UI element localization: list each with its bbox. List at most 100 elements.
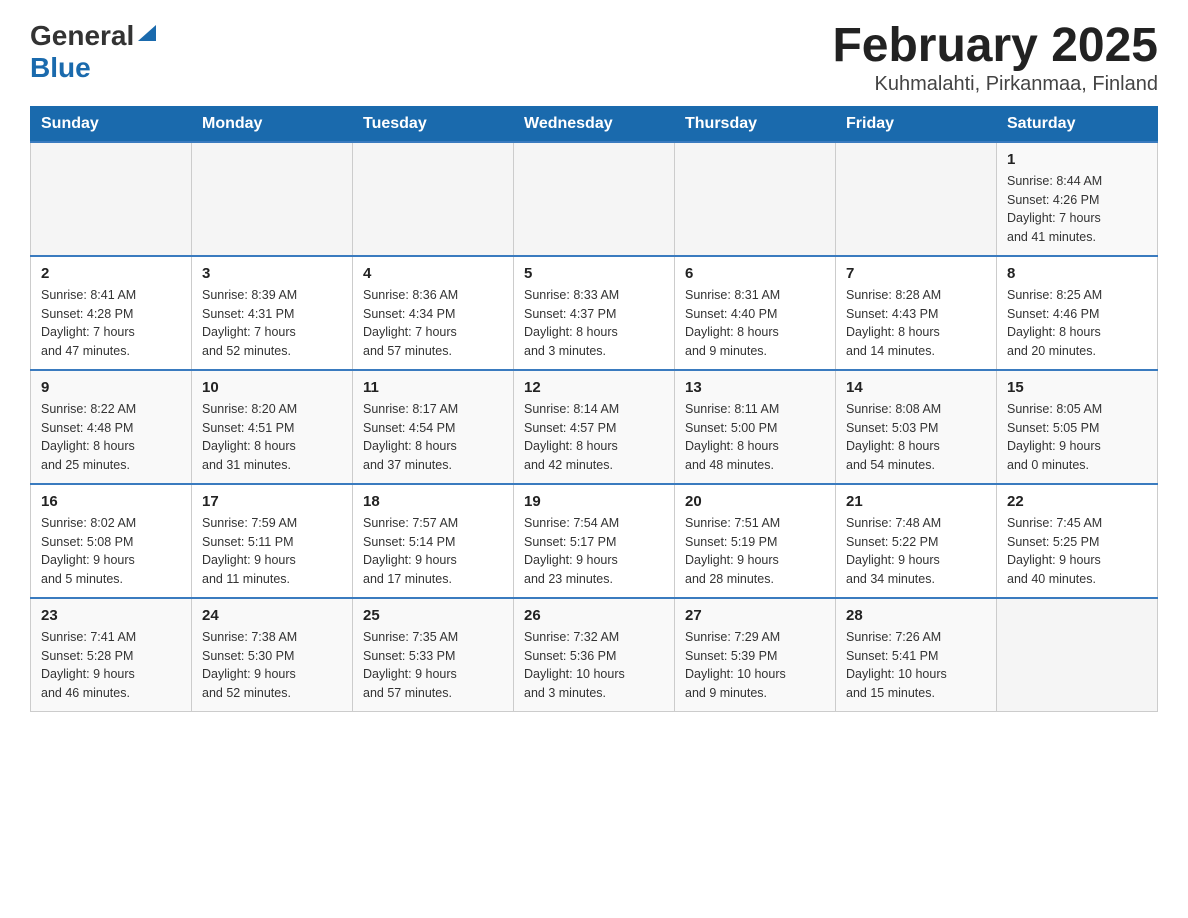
calendar-cell: 25 Sunrise: 7:35 AM Sunset: 5:33 PM Dayli…: [353, 598, 514, 712]
weekday-header-monday: Monday: [192, 106, 353, 142]
calendar-cell: [997, 598, 1158, 712]
day-number: 24: [202, 607, 342, 624]
week-row-5: 23 Sunrise: 7:41 AM Sunset: 5:28 PM Dayli…: [31, 598, 1158, 712]
calendar-cell: 14 Sunrise: 8:08 AM Sunset: 5:03 PM Dayli…: [836, 370, 997, 484]
day-number: 7: [846, 265, 986, 282]
weekday-header-saturday: Saturday: [997, 106, 1158, 142]
calendar-header: SundayMondayTuesdayWednesdayThursdayFrid…: [31, 106, 1158, 142]
weekday-header-friday: Friday: [836, 106, 997, 142]
day-number: 5: [524, 265, 664, 282]
day-number: 16: [41, 493, 181, 510]
day-info: Sunrise: 8:05 AM Sunset: 5:05 PM Dayligh…: [1007, 400, 1147, 475]
calendar-cell: [836, 142, 997, 256]
calendar-cell: 10 Sunrise: 8:20 AM Sunset: 4:51 PM Dayli…: [192, 370, 353, 484]
day-info: Sunrise: 7:45 AM Sunset: 5:25 PM Dayligh…: [1007, 514, 1147, 589]
calendar-cell: [353, 142, 514, 256]
calendar-cell: 26Sunrise: 7:32 AM Sunset: 5:36 PM Dayli…: [514, 598, 675, 712]
calendar-body: 1 Sunrise: 8:44 AM Sunset: 4:26 PM Daylig…: [31, 142, 1158, 712]
day-info: Sunrise: 8:33 AM Sunset: 4:37 PM Dayligh…: [524, 286, 664, 361]
calendar-cell: [514, 142, 675, 256]
calendar-cell: 7 Sunrise: 8:28 AM Sunset: 4:43 PM Daylig…: [836, 256, 997, 370]
day-number: 1: [1007, 151, 1147, 168]
day-number: 14: [846, 379, 986, 396]
day-info: Sunrise: 8:25 AM Sunset: 4:46 PM Dayligh…: [1007, 286, 1147, 361]
day-info: Sunrise: 7:32 AM Sunset: 5:36 PM Dayligh…: [524, 628, 664, 703]
day-info: Sunrise: 8:41 AM Sunset: 4:28 PM Dayligh…: [41, 286, 181, 361]
day-info: Sunrise: 8:44 AM Sunset: 4:26 PM Dayligh…: [1007, 172, 1147, 247]
calendar-cell: [675, 142, 836, 256]
day-number: 17: [202, 493, 342, 510]
day-number: 21: [846, 493, 986, 510]
day-number: 22: [1007, 493, 1147, 510]
calendar-cell: 11Sunrise: 8:17 AM Sunset: 4:54 PM Dayli…: [353, 370, 514, 484]
week-row-3: 9Sunrise: 8:22 AM Sunset: 4:48 PM Daylig…: [31, 370, 1158, 484]
day-info: Sunrise: 7:48 AM Sunset: 5:22 PM Dayligh…: [846, 514, 986, 589]
logo-text-general: General: [30, 20, 134, 52]
calendar-cell: 15 Sunrise: 8:05 AM Sunset: 5:05 PM Dayli…: [997, 370, 1158, 484]
weekday-header-sunday: Sunday: [31, 106, 192, 142]
calendar-cell: 3 Sunrise: 8:39 AM Sunset: 4:31 PM Daylig…: [192, 256, 353, 370]
day-number: 4: [363, 265, 503, 282]
day-info: Sunrise: 8:39 AM Sunset: 4:31 PM Dayligh…: [202, 286, 342, 361]
calendar-cell: 8 Sunrise: 8:25 AM Sunset: 4:46 PM Daylig…: [997, 256, 1158, 370]
calendar-cell: 22 Sunrise: 7:45 AM Sunset: 5:25 PM Dayli…: [997, 484, 1158, 598]
day-number: 23: [41, 607, 181, 624]
day-number: 20: [685, 493, 825, 510]
calendar-cell: 1 Sunrise: 8:44 AM Sunset: 4:26 PM Daylig…: [997, 142, 1158, 256]
day-info: Sunrise: 7:35 AM Sunset: 5:33 PM Dayligh…: [363, 628, 503, 703]
day-number: 28: [846, 607, 986, 624]
day-info: Sunrise: 8:36 AM Sunset: 4:34 PM Dayligh…: [363, 286, 503, 361]
day-number: 9: [41, 379, 181, 396]
day-info: Sunrise: 7:41 AM Sunset: 5:28 PM Dayligh…: [41, 628, 181, 703]
calendar-cell: 16 Sunrise: 8:02 AM Sunset: 5:08 PM Dayli…: [31, 484, 192, 598]
calendar-cell: 18Sunrise: 7:57 AM Sunset: 5:14 PM Dayli…: [353, 484, 514, 598]
calendar-subtitle: Kuhmalahti, Pirkanmaa, Finland: [832, 73, 1158, 96]
day-info: Sunrise: 7:54 AM Sunset: 5:17 PM Dayligh…: [524, 514, 664, 589]
day-info: Sunrise: 8:14 AM Sunset: 4:57 PM Dayligh…: [524, 400, 664, 475]
calendar-cell: 19 Sunrise: 7:54 AM Sunset: 5:17 PM Dayli…: [514, 484, 675, 598]
day-info: Sunrise: 8:08 AM Sunset: 5:03 PM Dayligh…: [846, 400, 986, 475]
calendar-cell: 27Sunrise: 7:29 AM Sunset: 5:39 PM Dayli…: [675, 598, 836, 712]
day-number: 25: [363, 607, 503, 624]
calendar-cell: 9Sunrise: 8:22 AM Sunset: 4:48 PM Daylig…: [31, 370, 192, 484]
day-number: 3: [202, 265, 342, 282]
calendar-cell: 23 Sunrise: 7:41 AM Sunset: 5:28 PM Dayli…: [31, 598, 192, 712]
day-number: 8: [1007, 265, 1147, 282]
calendar-cell: 20 Sunrise: 7:51 AM Sunset: 5:19 PM Dayli…: [675, 484, 836, 598]
logo-triangle-icon: [136, 23, 158, 45]
calendar-cell: [192, 142, 353, 256]
calendar-title: February 2025: [832, 20, 1158, 73]
calendar-cell: [31, 142, 192, 256]
day-info: Sunrise: 7:38 AM Sunset: 5:30 PM Dayligh…: [202, 628, 342, 703]
page-header: General Blue February 2025 Kuhmalahti, P…: [30, 20, 1158, 96]
day-info: Sunrise: 7:51 AM Sunset: 5:19 PM Dayligh…: [685, 514, 825, 589]
day-info: Sunrise: 7:29 AM Sunset: 5:39 PM Dayligh…: [685, 628, 825, 703]
day-number: 12: [524, 379, 664, 396]
day-number: 2: [41, 265, 181, 282]
day-info: Sunrise: 8:28 AM Sunset: 4:43 PM Dayligh…: [846, 286, 986, 361]
day-info: Sunrise: 8:20 AM Sunset: 4:51 PM Dayligh…: [202, 400, 342, 475]
calendar-cell: 13Sunrise: 8:11 AM Sunset: 5:00 PM Dayli…: [675, 370, 836, 484]
day-info: Sunrise: 7:57 AM Sunset: 5:14 PM Dayligh…: [363, 514, 503, 589]
day-number: 13: [685, 379, 825, 396]
weekday-header-thursday: Thursday: [675, 106, 836, 142]
weekday-header-wednesday: Wednesday: [514, 106, 675, 142]
calendar-cell: 17Sunrise: 7:59 AM Sunset: 5:11 PM Dayli…: [192, 484, 353, 598]
day-info: Sunrise: 8:31 AM Sunset: 4:40 PM Dayligh…: [685, 286, 825, 361]
day-info: Sunrise: 8:02 AM Sunset: 5:08 PM Dayligh…: [41, 514, 181, 589]
day-number: 10: [202, 379, 342, 396]
day-number: 19: [524, 493, 664, 510]
calendar-cell: 12 Sunrise: 8:14 AM Sunset: 4:57 PM Dayli…: [514, 370, 675, 484]
day-number: 15: [1007, 379, 1147, 396]
calendar-table: SundayMondayTuesdayWednesdayThursdayFrid…: [30, 106, 1158, 712]
calendar-cell: 4 Sunrise: 8:36 AM Sunset: 4:34 PM Daylig…: [353, 256, 514, 370]
week-row-4: 16 Sunrise: 8:02 AM Sunset: 5:08 PM Dayli…: [31, 484, 1158, 598]
calendar-cell: 2 Sunrise: 8:41 AM Sunset: 4:28 PM Daylig…: [31, 256, 192, 370]
week-row-1: 1 Sunrise: 8:44 AM Sunset: 4:26 PM Daylig…: [31, 142, 1158, 256]
calendar-cell: 5 Sunrise: 8:33 AM Sunset: 4:37 PM Daylig…: [514, 256, 675, 370]
logo-text-blue: Blue: [30, 52, 91, 83]
day-number: 11: [363, 379, 503, 396]
calendar-cell: 28Sunrise: 7:26 AM Sunset: 5:41 PM Dayli…: [836, 598, 997, 712]
calendar-cell: 24 Sunrise: 7:38 AM Sunset: 5:30 PM Dayli…: [192, 598, 353, 712]
weekday-header-tuesday: Tuesday: [353, 106, 514, 142]
